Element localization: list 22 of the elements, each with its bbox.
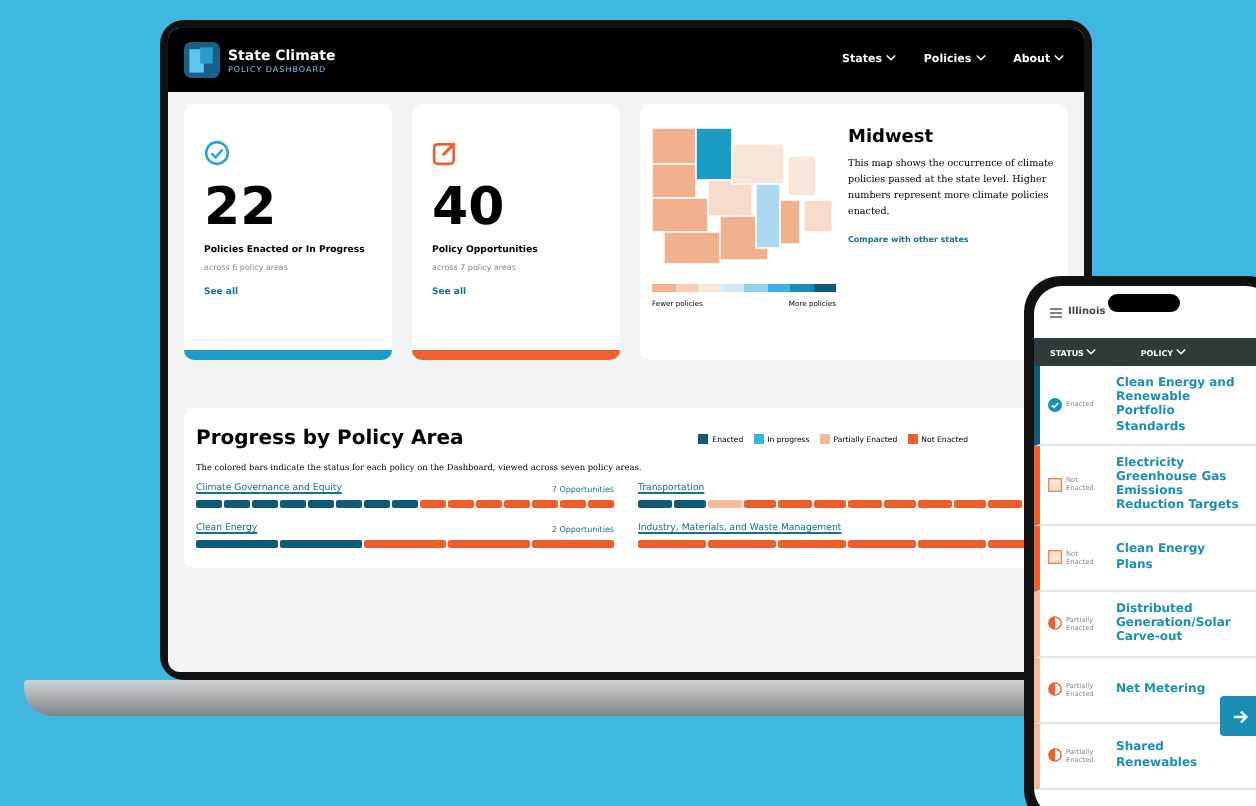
half-circle-icon (1048, 748, 1062, 762)
square-icon (1048, 550, 1062, 564)
edit-icon (432, 140, 458, 166)
half-circle-icon (1048, 682, 1062, 696)
chevron-down-icon (1054, 54, 1064, 62)
check-circle-icon (1048, 397, 1062, 412)
chevron-down-icon (1175, 347, 1186, 355)
logo-icon (184, 42, 220, 78)
chevron-down-icon (885, 54, 896, 62)
region-title: Midwest (848, 128, 936, 148)
half-circle-icon (1048, 616, 1062, 630)
section-title: Progress by Policy Area (196, 428, 464, 450)
check-circle-icon (204, 140, 230, 166)
square-icon (1048, 477, 1062, 492)
arrow-right-icon (1231, 707, 1249, 725)
stat-value: 40 (432, 182, 507, 234)
chevron-down-icon (1086, 347, 1097, 355)
camera-notch (1108, 294, 1180, 312)
next-arrow-button[interactable] (1220, 696, 1256, 736)
chevron-down-icon (975, 54, 986, 62)
menu-icon[interactable] (1050, 307, 1062, 317)
stat-value: 22 (204, 182, 279, 234)
